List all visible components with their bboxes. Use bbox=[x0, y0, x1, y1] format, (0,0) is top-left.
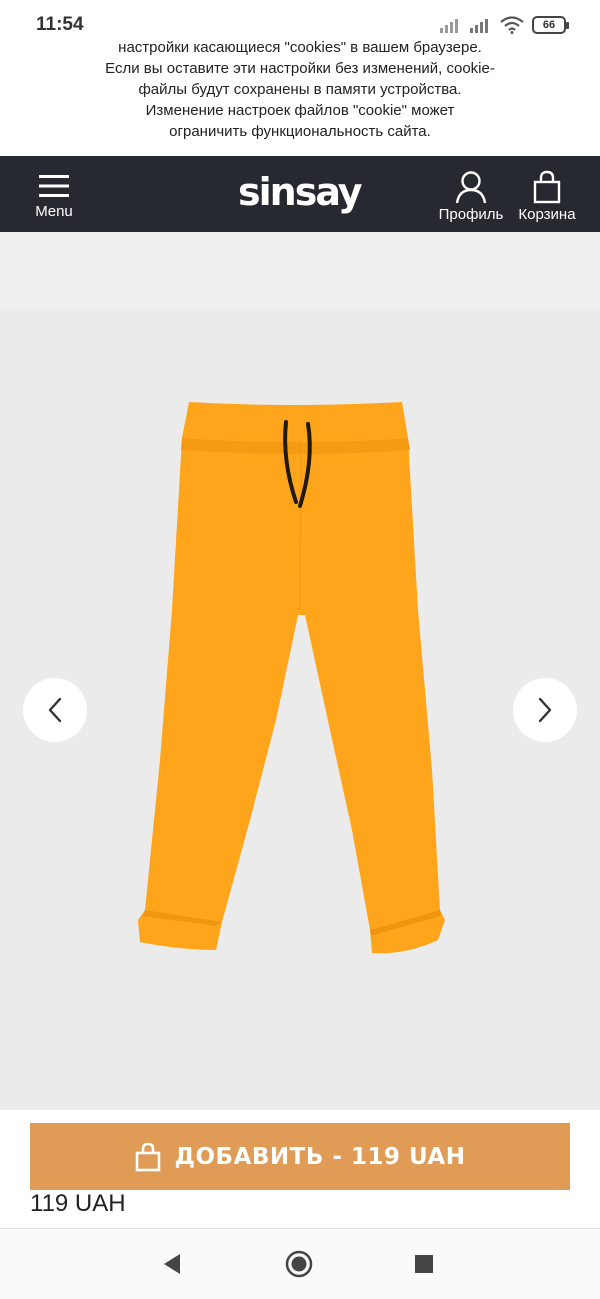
status-time: 11:54 bbox=[36, 14, 84, 35]
wifi-icon bbox=[500, 16, 524, 34]
user-icon bbox=[455, 171, 487, 204]
cookie-text-line: файлы будут сохранены в памяти устройств… bbox=[138, 81, 462, 98]
hamburger-icon bbox=[39, 175, 69, 197]
cart-button[interactable]: Корзина bbox=[512, 170, 582, 223]
cookie-notice: настройки касающиеся "cookies" в вашем б… bbox=[0, 36, 600, 156]
profile-button[interactable]: Профиль bbox=[432, 170, 510, 223]
home-circle-icon[interactable] bbox=[285, 1250, 313, 1278]
menu-label: Menu bbox=[35, 203, 73, 220]
site-header: Menu sinsay Профиль Корзина bbox=[0, 156, 600, 232]
add-to-cart-button[interactable]: ДОБАВИТЬ - 119 UAH bbox=[30, 1123, 570, 1190]
profile-label: Профиль bbox=[438, 206, 504, 223]
cookie-text-line: настройки касающиеся "cookies" в вашем б… bbox=[118, 39, 482, 56]
shopping-bag-icon bbox=[135, 1142, 160, 1171]
chevron-right-icon bbox=[538, 697, 552, 723]
cookie-text-line: Если вы оставите эти настройки без измен… bbox=[105, 60, 495, 77]
shopping-bag-icon bbox=[533, 170, 561, 204]
product-image bbox=[138, 402, 445, 954]
site-logo[interactable]: sinsay bbox=[238, 170, 363, 214]
cookie-text-line: Изменение настроек файлов "cookie" может bbox=[145, 102, 455, 119]
recents-square-icon[interactable] bbox=[415, 1255, 433, 1273]
pants-body bbox=[138, 438, 445, 954]
product-price: 119 UAH bbox=[30, 1190, 126, 1217]
add-to-cart-label: ДОБАВИТЬ - 119 UAH bbox=[174, 1143, 466, 1170]
pants-waistband bbox=[182, 402, 408, 442]
gallery-prev-button[interactable] bbox=[23, 678, 87, 742]
spacer-band bbox=[0, 232, 600, 310]
battery-icon: 66 bbox=[532, 16, 569, 34]
chevron-left-icon bbox=[48, 697, 62, 723]
signal-icon bbox=[470, 19, 488, 33]
cart-label: Корзина bbox=[518, 206, 576, 223]
status-icons: 66 bbox=[440, 16, 569, 34]
gallery-next-button[interactable] bbox=[513, 678, 577, 742]
system-nav-bar bbox=[0, 1228, 600, 1299]
menu-button[interactable]: Menu bbox=[30, 174, 78, 224]
cookie-text-line: ограничить функциональность сайта. bbox=[169, 123, 431, 140]
signal-icon bbox=[440, 19, 458, 33]
product-gallery[interactable] bbox=[0, 310, 600, 1110]
back-triangle-icon[interactable] bbox=[162, 1253, 182, 1275]
